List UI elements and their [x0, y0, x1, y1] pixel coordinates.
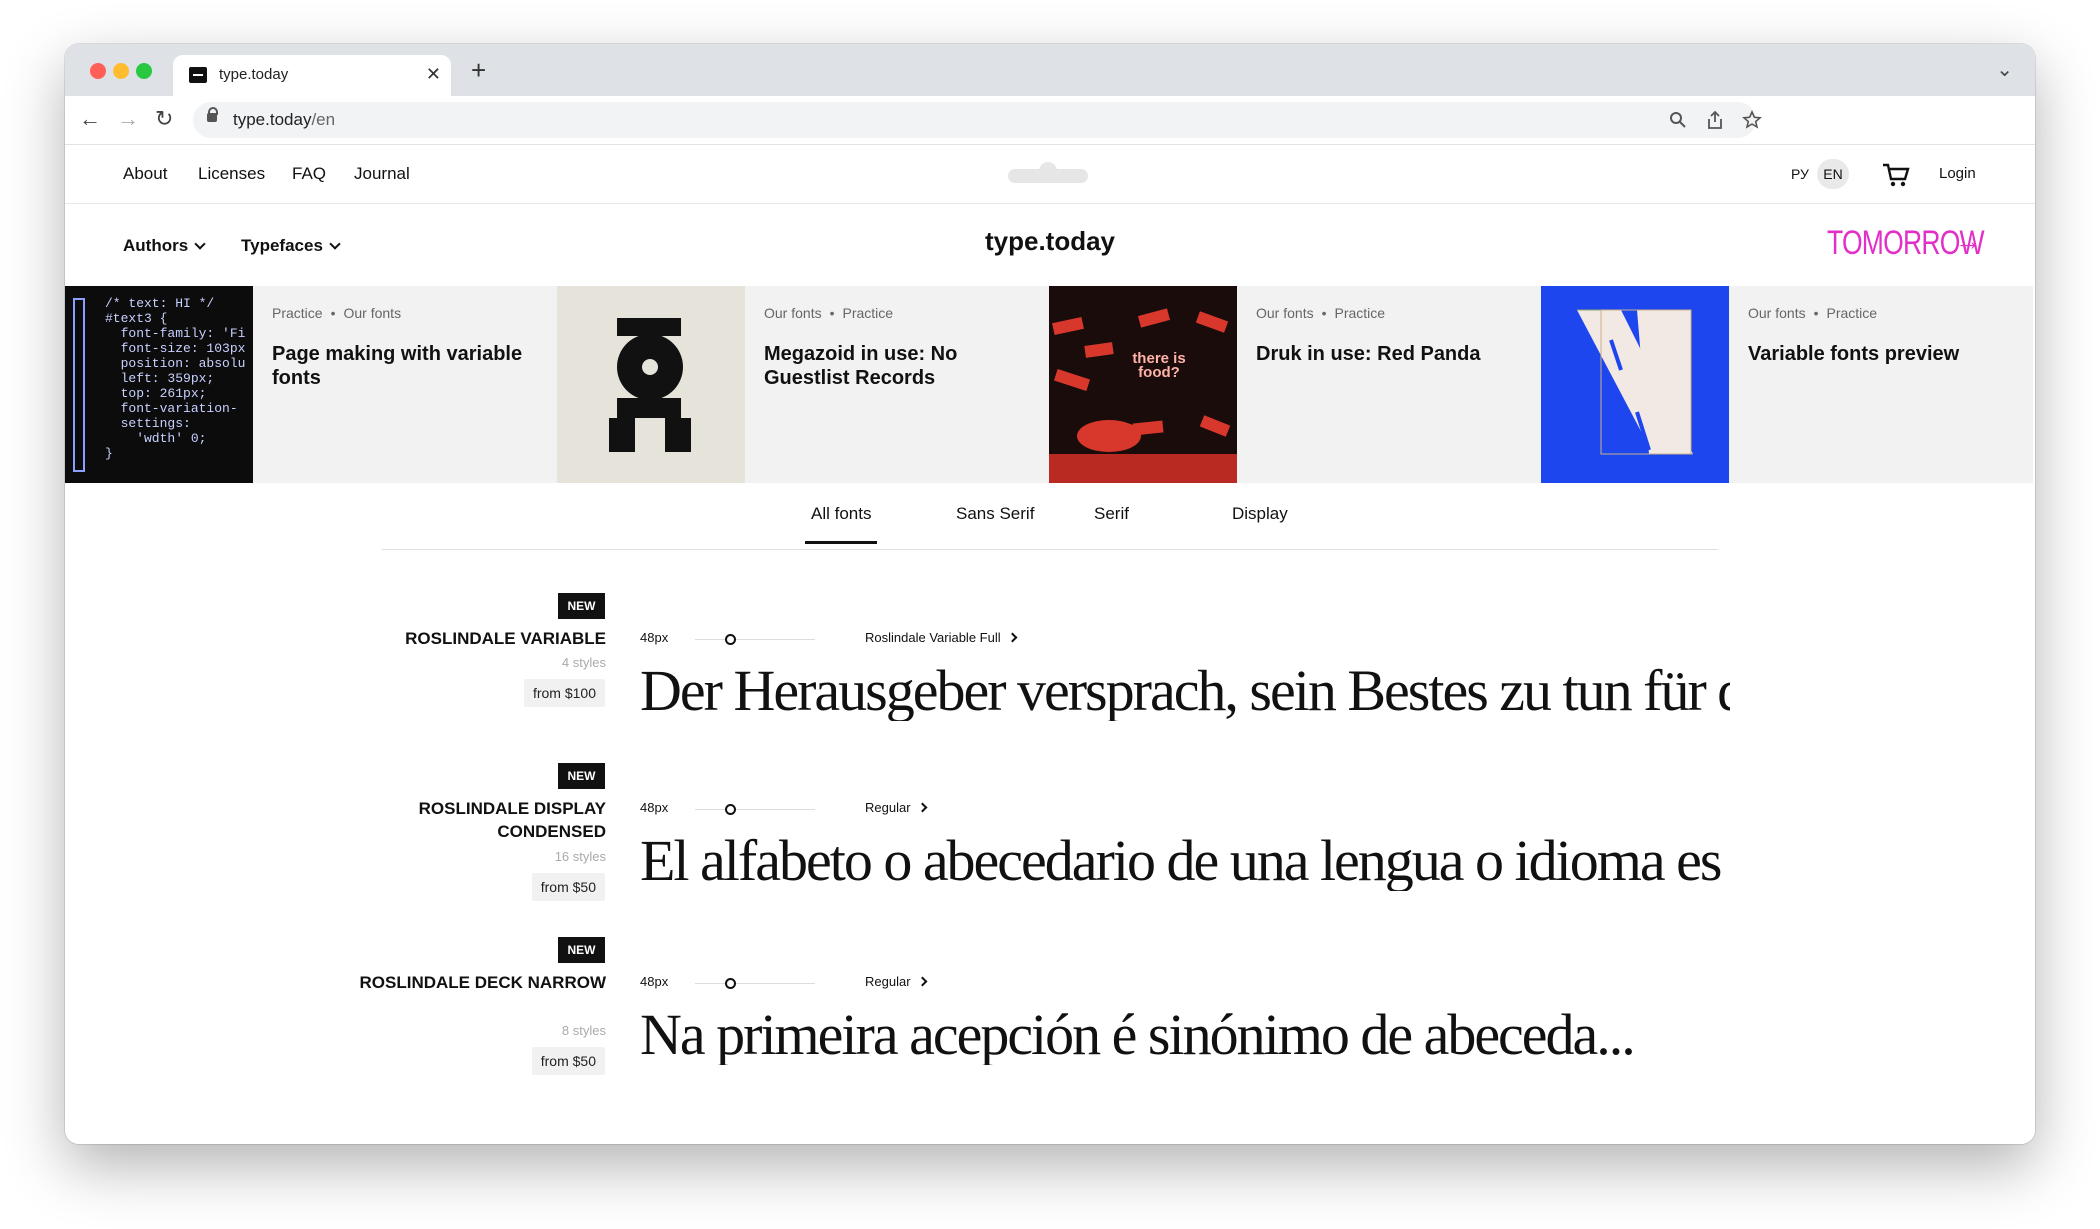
font-sample-text[interactable]: El alfabeto o abecedario de una lengua o…: [640, 831, 1730, 891]
browser-tab[interactable]: type.today ✕: [173, 55, 451, 96]
size-slider[interactable]: [695, 804, 815, 815]
reload-icon[interactable]: ↻: [155, 106, 173, 132]
journal-card[interactable]: Our fonts • Practice Megazoid in use: No G…: [557, 286, 1049, 483]
browser-toolbar: ← → ↻ type.today/en: [65, 96, 2035, 145]
maximize-window-button[interactable]: [136, 63, 152, 79]
close-window-button[interactable]: [90, 63, 106, 79]
card-title[interactable]: Megazoid in use: No Guestlist Records: [764, 342, 1034, 390]
card-thumbnail: there is food?: [1049, 286, 1237, 483]
font-sample-text[interactable]: Na primeira acepción é sinónimo de abece…: [640, 1005, 1730, 1065]
new-badge: NEW: [558, 763, 605, 789]
tab-title: type.today: [219, 66, 289, 83]
font-styles-count: 8 styles: [561, 1023, 606, 1038]
slider-handle[interactable]: [725, 978, 736, 989]
lang-en-button[interactable]: EN: [1817, 159, 1849, 189]
variable-font-glyph-image: [1577, 309, 1693, 455]
browser-window: type.today ✕ + ⌄ ← → ↻ type.today/en Abo…: [65, 44, 2035, 1144]
red-panda-poster-image: [1049, 308, 1237, 483]
style-selector[interactable]: Regular: [865, 800, 927, 815]
card-meta: Practice • Our fonts: [272, 305, 402, 321]
close-icon[interactable]: ✕: [426, 64, 441, 84]
nav-link-faq[interactable]: FAQ: [292, 164, 326, 184]
new-badge: NEW: [558, 593, 605, 619]
url-text[interactable]: type.today/en: [233, 110, 335, 130]
font-styles-count: 4 styles: [561, 655, 606, 670]
slider-graphic: [73, 298, 85, 472]
tab-display[interactable]: Display: [1232, 504, 1288, 524]
size-slider[interactable]: [695, 978, 815, 989]
font-styles-count: 16 styles: [554, 849, 606, 864]
lock-icon[interactable]: [207, 107, 218, 122]
logo-icon[interactable]: [1008, 162, 1088, 183]
nav-link-about[interactable]: About: [123, 164, 167, 184]
chevron-down-icon[interactable]: ⌄: [1996, 57, 2013, 82]
slider-handle[interactable]: [725, 804, 736, 815]
size-slider[interactable]: [695, 634, 815, 645]
cart-icon[interactable]: [1882, 162, 1910, 188]
journal-card[interactable]: there is food? Our fonts • Practice Druk i…: [1049, 286, 1541, 483]
font-name[interactable]: ROSLINDALE DECK NARROW: [345, 971, 607, 994]
slider-handle[interactable]: [725, 634, 736, 645]
card-title[interactable]: Druk in use: Red Panda: [1256, 342, 1526, 366]
top-navigation: About Licenses FAQ Journal РУ EN Login: [65, 145, 2035, 204]
web-page: About Licenses FAQ Journal РУ EN Login A…: [65, 145, 2035, 1144]
chevron-right-icon: [917, 976, 927, 987]
category-navigation: Authors Typefaces type.today TOMORROW →: [65, 204, 2035, 286]
address-bar[interactable]: type.today/en: [193, 102, 1762, 138]
font-name[interactable]: ROSLINDALE VARIABLE: [345, 627, 606, 650]
tab-serif[interactable]: Serif: [1094, 504, 1129, 524]
forward-arrow-icon[interactable]: →: [117, 106, 139, 132]
login-link[interactable]: Login: [1939, 165, 1976, 182]
site-title[interactable]: type.today: [65, 226, 2035, 257]
arrow-right-icon[interactable]: →: [1955, 226, 1981, 257]
lang-ru-button[interactable]: РУ: [1791, 166, 1809, 182]
favicon-icon: [189, 67, 207, 83]
search-icon[interactable]: [1669, 111, 1687, 129]
card-thumbnail: [1541, 286, 1729, 483]
back-arrow-icon[interactable]: ←: [79, 106, 101, 132]
nav-link-licenses[interactable]: Licenses: [198, 164, 265, 184]
code-snippet: /* text: HI */ #text3 { font-family: 'Fi…: [105, 296, 246, 461]
price-badge[interactable]: from $100: [523, 679, 605, 707]
font-name[interactable]: ROSLINDALE DISPLAY CONDENSED: [345, 797, 606, 843]
card-thumbnail: [557, 286, 745, 483]
new-badge: NEW: [558, 937, 605, 963]
journal-card[interactable]: /* text: HI */ #text3 { font-family: 'Fi…: [65, 286, 557, 483]
new-tab-button[interactable]: +: [471, 57, 486, 83]
tab-all-fonts[interactable]: All fonts: [804, 504, 879, 544]
size-label: 48px: [640, 630, 669, 645]
style-selector[interactable]: Regular: [865, 974, 927, 989]
journal-cards: /* text: HI */ #text3 { font-family: 'Fi…: [65, 286, 2035, 483]
size-label: 48px: [640, 800, 669, 815]
card-meta: Our fonts • Practice: [764, 305, 894, 321]
journal-card[interactable]: Our fonts • Practice Variable fonts previe…: [1541, 286, 2033, 483]
tab-sans-serif[interactable]: Sans Serif: [956, 504, 1034, 524]
nav-link-journal[interactable]: Journal: [354, 164, 410, 184]
poster-text: there is food?: [1132, 350, 1186, 381]
minimize-window-button[interactable]: [113, 63, 129, 79]
price-badge[interactable]: from $50: [531, 873, 605, 901]
card-title[interactable]: Variable fonts preview: [1748, 342, 2018, 366]
card-thumbnail: /* text: HI */ #text3 { font-family: 'Fi…: [65, 286, 253, 483]
chevron-right-icon: [917, 802, 927, 813]
star-icon[interactable]: [1742, 110, 1762, 130]
font-filter-tabs: All fonts Sans Serif Serif Display: [382, 485, 1718, 550]
style-selector[interactable]: Roslindale Variable Full: [865, 630, 1018, 645]
font-sample-text[interactable]: Der Herausgeber versprach, sein Bestes z…: [640, 661, 1730, 721]
price-badge[interactable]: from $50: [531, 1047, 605, 1075]
chevron-right-icon: [1007, 632, 1018, 643]
card-title[interactable]: Page making with variable fonts: [272, 342, 542, 390]
card-meta: Our fonts • Practice: [1748, 305, 1878, 321]
share-icon[interactable]: [1706, 110, 1724, 130]
card-meta: Our fonts • Practice: [1256, 305, 1386, 321]
size-label: 48px: [640, 974, 669, 989]
megazoid-glyph-image: [609, 318, 691, 452]
tab-strip: type.today ✕ + ⌄: [65, 44, 2035, 96]
